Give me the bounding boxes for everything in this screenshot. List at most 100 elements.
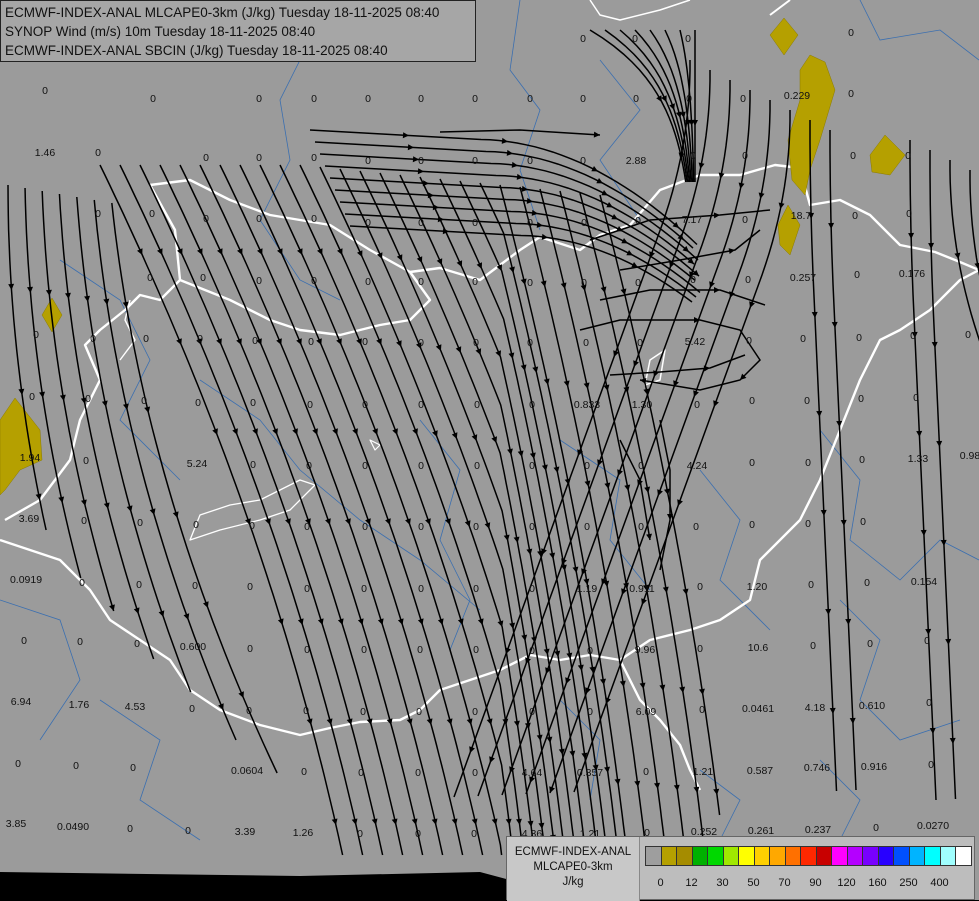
cin-value-label: 0 — [360, 706, 366, 718]
legend-swatch — [800, 846, 817, 866]
cin-value-label: 0.0919 — [10, 574, 42, 586]
cin-value-label: 7.17 — [682, 214, 703, 226]
cin-value-label: 0 — [83, 455, 89, 467]
cin-value-label: 0.0461 — [742, 703, 774, 715]
cin-value-label: 0 — [42, 85, 48, 97]
cin-value-label: 0 — [418, 337, 424, 349]
cin-value-label: 1.76 — [69, 699, 90, 711]
cin-value-label: 0 — [690, 274, 696, 286]
cin-value-label: 1.20 — [747, 581, 768, 593]
cin-value-label: 0 — [304, 521, 310, 533]
cin-value-label: 2.88 — [626, 155, 647, 167]
cin-value-label: 0 — [472, 217, 478, 229]
cin-value-label: 0 — [529, 521, 535, 533]
cin-value-label: 0 — [473, 644, 479, 656]
cin-value-label: 0.833 — [574, 399, 600, 411]
cin-value-label: 0.0490 — [57, 821, 89, 833]
cin-value-label: 0 — [250, 459, 256, 471]
cin-value-label: 0 — [185, 825, 191, 837]
cin-value-label: 0 — [638, 521, 644, 533]
cin-value-label: 0 — [130, 762, 136, 774]
cin-value-label: 0 — [643, 766, 649, 778]
cin-value-label: 0 — [472, 767, 478, 779]
cin-value-label: 0 — [584, 521, 590, 533]
cin-value-label: 0 — [137, 517, 143, 529]
legend-swatch — [722, 846, 740, 866]
cin-value-label: 0 — [529, 645, 535, 657]
cin-value-label: 0 — [203, 213, 209, 225]
cin-value-label: 0 — [472, 276, 478, 288]
cin-value-label: 0 — [357, 828, 363, 840]
cin-value-label: 0 — [910, 330, 916, 342]
cin-value-label: 0 — [581, 217, 587, 229]
cin-value-label: 0 — [308, 336, 314, 348]
cin-value-label: 0 — [690, 150, 696, 162]
cin-value-label: 0 — [303, 705, 309, 717]
cin-value-label: 0 — [864, 577, 870, 589]
legend-swatch — [831, 846, 848, 866]
legend-tick: 50 — [747, 877, 760, 889]
cin-value-label: 0 — [854, 269, 860, 281]
cin-value-label: 0 — [418, 521, 424, 533]
cin-value-label: 0 — [587, 645, 593, 657]
cin-value-label: 0 — [301, 766, 307, 778]
cin-value-label: 0 — [906, 208, 912, 220]
cin-value-label: 0 — [804, 395, 810, 407]
cin-value-label: 0.237 — [805, 824, 831, 836]
cin-value-label: 0 — [365, 217, 371, 229]
cin-value-label: 0 — [749, 519, 755, 531]
title-cape: ECMWF-INDEX-ANAL MLCAPE0-3km (J/kg) Tues… — [5, 5, 440, 20]
cin-value-label: 0 — [473, 337, 479, 349]
cin-value-label: 0 — [633, 93, 639, 105]
cin-value-label: 0 — [307, 399, 313, 411]
cin-value-label: 0 — [418, 155, 424, 167]
legend-swatch — [707, 846, 724, 866]
cin-value-label: 0 — [637, 337, 643, 349]
cin-value-label: 10.6 — [748, 642, 769, 654]
legend-tick: 120 — [837, 877, 856, 889]
cin-value-label: 0 — [856, 332, 862, 344]
cin-value-label: 3.39 — [235, 826, 256, 838]
cin-value-label: 3.85 — [6, 818, 27, 830]
cin-value-label: 0.257 — [790, 272, 816, 284]
legend-unit: J/kg — [562, 876, 584, 888]
legend-swatch — [908, 846, 926, 866]
cin-value-label: 0 — [358, 767, 364, 779]
cin-value-label: 0 — [580, 155, 586, 167]
cin-value-label: 0 — [965, 329, 971, 341]
cin-value-label: 0 — [416, 706, 422, 718]
cin-value-label: 0 — [905, 150, 911, 162]
cin-value-label: 0.176 — [899, 268, 925, 280]
cin-value-label: 0 — [365, 276, 371, 288]
cin-value-label: 0 — [694, 399, 700, 411]
cin-value-label: 0 — [587, 706, 593, 718]
cin-value-label: 0 — [928, 759, 934, 771]
cin-value-label: 0 — [632, 33, 638, 45]
cin-value-label: 0 — [256, 152, 262, 164]
cin-value-label: 0 — [15, 758, 21, 770]
legend-swatch — [924, 846, 941, 866]
legend-swatch — [939, 846, 957, 866]
cin-value-label: 0.746 — [804, 762, 830, 774]
cin-value-label: 0 — [418, 460, 424, 472]
cin-value-label: 0 — [583, 337, 589, 349]
cin-value-label: 0 — [81, 515, 87, 527]
cin-value-label: 0.0604 — [231, 765, 263, 777]
cin-value-label: 0 — [860, 516, 866, 528]
cin-value-label: 0 — [150, 93, 156, 105]
cin-value-label: 0 — [95, 147, 101, 159]
cin-value-label: 0 — [362, 460, 368, 472]
cin-value-label: 0 — [742, 150, 748, 162]
legend-tick: 160 — [868, 877, 887, 889]
legend-swatch — [815, 846, 833, 866]
legend-swatch — [893, 846, 910, 866]
legend-source: ECMWF-INDEX-ANAL — [514, 846, 632, 858]
cin-value-label: 0 — [926, 697, 932, 709]
legend-tick: 12 — [685, 877, 698, 889]
cin-value-label: 0 — [311, 213, 317, 225]
legend-tick: 90 — [809, 877, 822, 889]
cin-value-label: 0 — [362, 399, 368, 411]
cin-value-label: 0 — [418, 583, 424, 595]
legend-swatch — [877, 846, 895, 866]
weather-map: 0.2040000000000000000000.22901.460000000… — [0, 0, 979, 900]
